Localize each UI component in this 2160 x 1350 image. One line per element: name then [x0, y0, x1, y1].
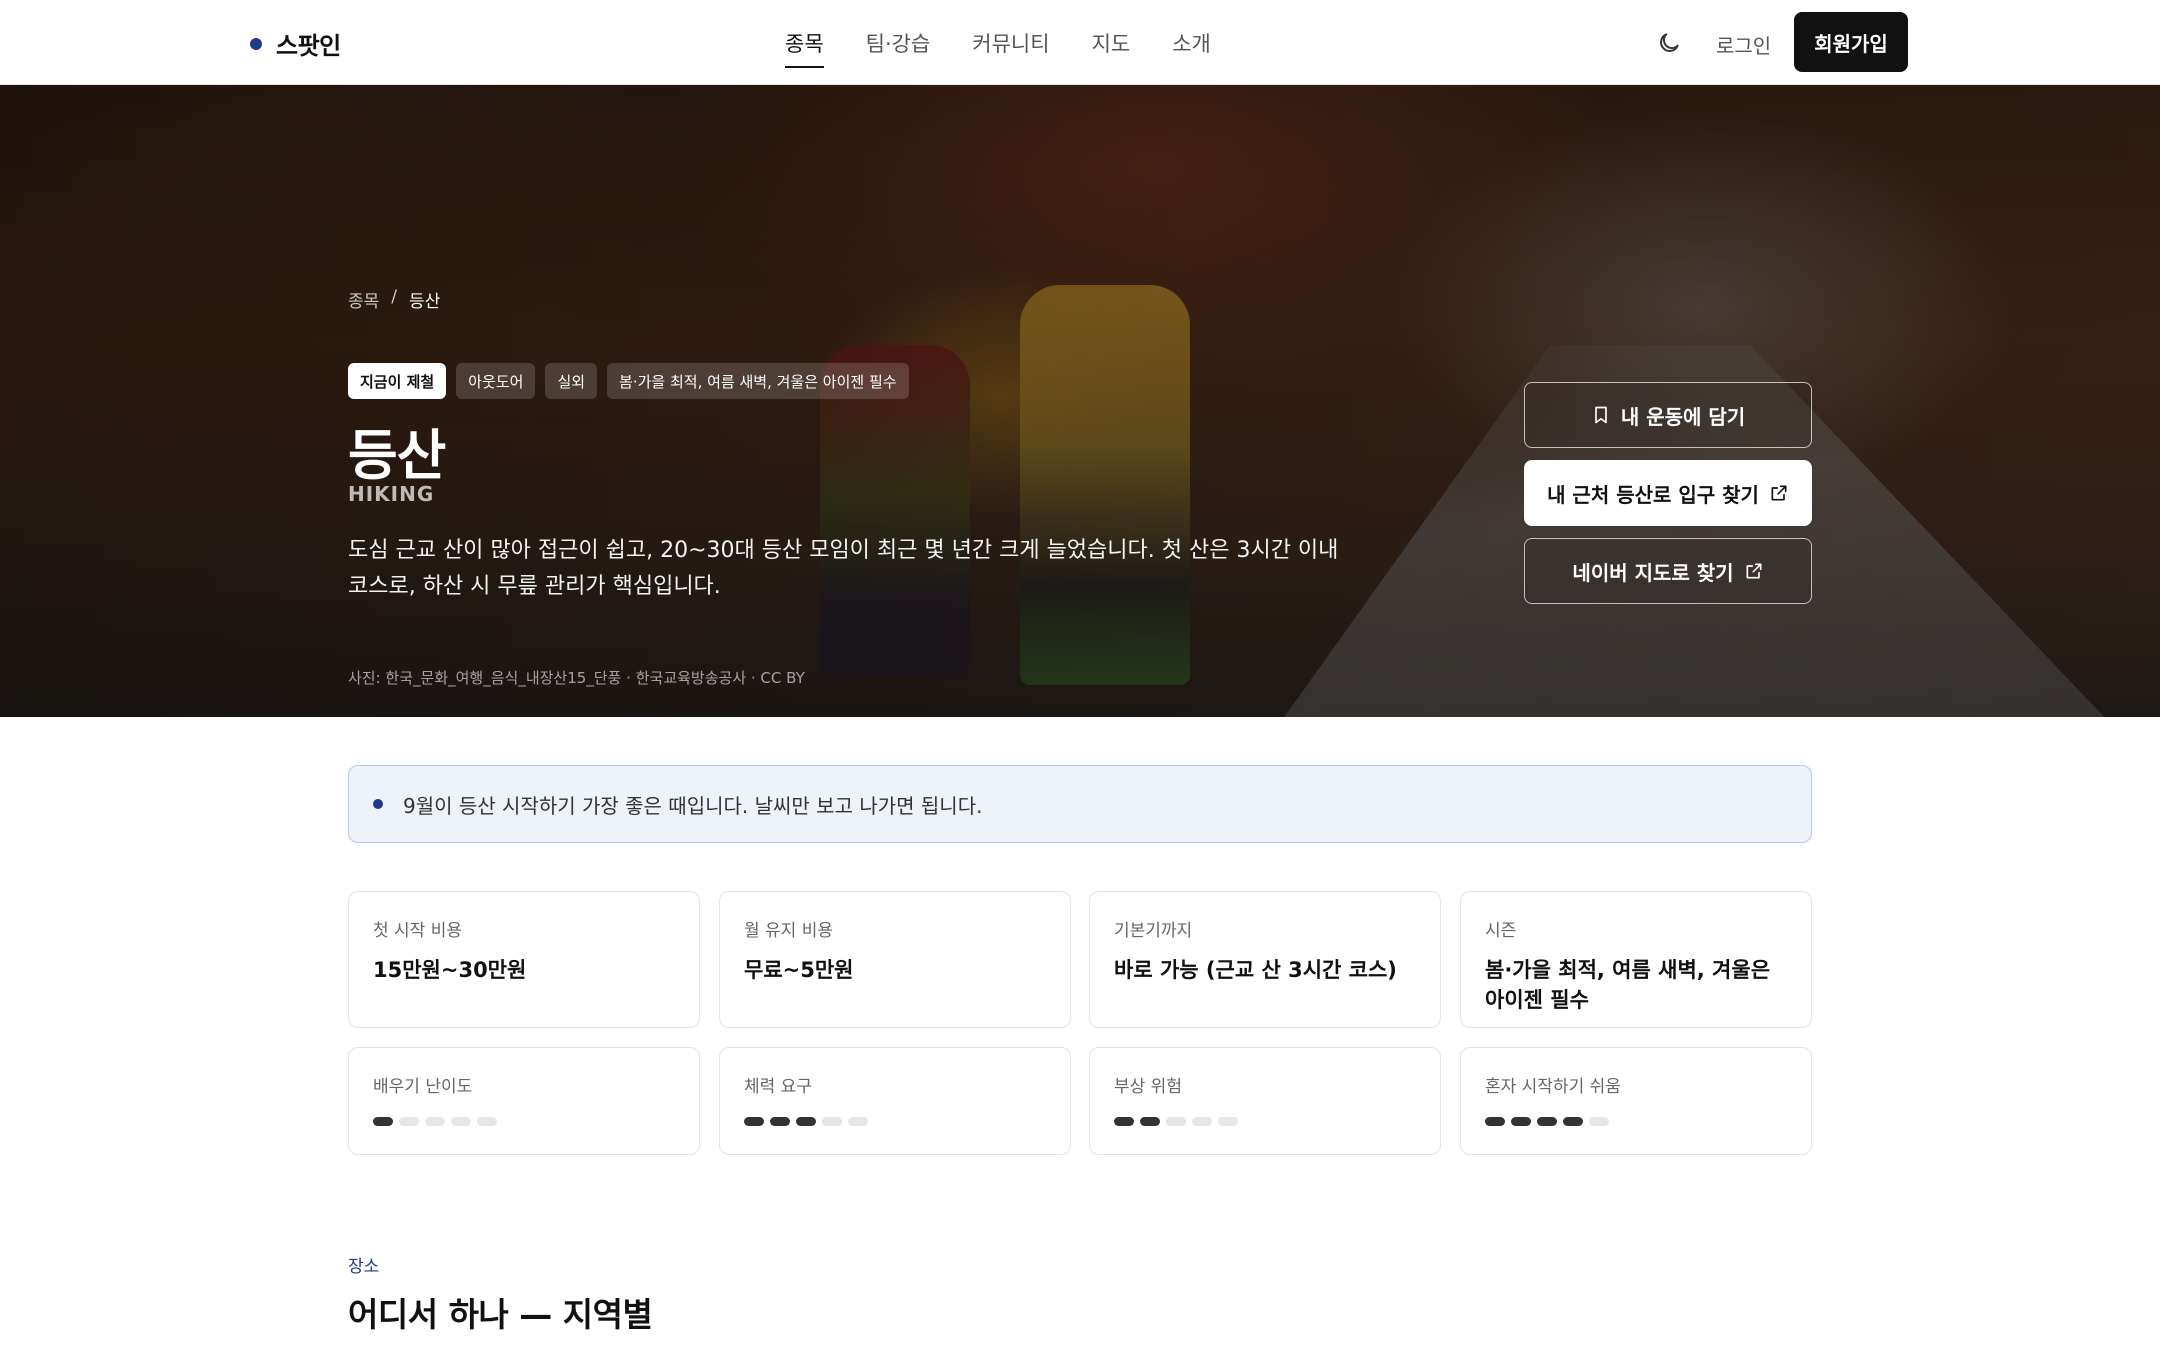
hero-description: 도심 근교 산이 많아 접근이 쉽고, 20~30대 등산 모임이 최근 몇 년… [348, 538, 1339, 599]
info-card-value: 바로 가능 (근교 산 3시간 코스) [1114, 958, 1397, 982]
rating-meter [744, 1117, 1046, 1126]
info-card-monthly-cost: 월 유지 비용 무료~5만원 [719, 891, 1071, 1028]
info-card-label: 시즌 [1485, 921, 1517, 941]
nav-item-teams[interactable]: 팀·강습 [866, 28, 931, 68]
rating-segment-filled [1114, 1117, 1134, 1126]
tag-in-season: 지금이 제철 [348, 363, 447, 399]
rating-card-difficulty: 배우기 난이도 [348, 1047, 700, 1155]
tag-outside: 실외 [545, 363, 598, 399]
rating-segment-filled [1537, 1117, 1557, 1126]
season-notice: 9월이 등산 시작하기 가장 좋은 때입니다. 날씨만 보고 나가면 됩니다. [348, 765, 1812, 843]
page-subtitle: HIKING [348, 482, 435, 506]
breadcrumb-root[interactable]: 종목 [348, 287, 379, 312]
hero-banner: 종목 / 등산 지금이 제철 아웃도어 실외 봄·가을 최적, 여름 새벽, 겨… [0, 85, 2160, 717]
naver-button-label: 네이버 지도로 찾기 [1572, 560, 1734, 585]
breadcrumb: 종목 / 등산 [348, 287, 440, 312]
tag-season: 봄·가을 최적, 여름 새벽, 겨울은 아이젠 필수 [607, 363, 909, 399]
rating-segment-empty [451, 1117, 471, 1126]
naver-map-button[interactable]: 네이버 지도로 찾기 [1524, 538, 1812, 604]
main-menu: 종목 팀·강습 커뮤니티 지도 소개 [785, 28, 1211, 68]
rating-label: 체력 요구 [744, 1077, 812, 1097]
rating-segment-filled [744, 1117, 764, 1126]
hero-overlay [0, 85, 2160, 717]
rating-card-solo-start: 혼자 시작하기 쉬움 [1460, 1047, 1812, 1155]
rating-segment-filled [1511, 1117, 1531, 1126]
rating-card-injury-risk: 부상 위험 [1089, 1047, 1441, 1155]
section-label: 장소 [348, 1257, 380, 1277]
nav-item-community[interactable]: 커뮤니티 [972, 28, 1049, 68]
rating-segment-empty [399, 1117, 419, 1126]
rating-segment-empty [1166, 1117, 1186, 1126]
rating-segment-empty [822, 1117, 842, 1126]
nav-item-about[interactable]: 소개 [1172, 28, 1211, 68]
rating-segment-empty [1218, 1117, 1238, 1126]
notice-dot-icon [373, 799, 383, 809]
save-to-my-sports-button[interactable]: 내 운동에 담기 [1524, 382, 1812, 448]
save-button-label: 내 운동에 담기 [1620, 404, 1746, 429]
rating-segment-filled [796, 1117, 816, 1126]
external-link-icon [1746, 563, 1762, 579]
theme-toggle-button[interactable] [1652, 26, 1686, 60]
rating-segment-empty [848, 1117, 868, 1126]
brand-dot-icon [250, 37, 262, 50]
rating-meter [1114, 1117, 1416, 1126]
rating-segment-empty [425, 1117, 445, 1126]
info-card-label: 월 유지 비용 [744, 921, 834, 941]
notice-text: 9월이 등산 시작하기 가장 좋은 때입니다. 날씨만 보고 나가면 됩니다. [403, 793, 983, 818]
signup-button[interactable]: 회원가입 [1794, 12, 1908, 72]
info-card-value: 봄·가을 최적, 여름 새벽, 겨울은 아이젠 필수 [1485, 958, 1771, 1012]
info-card-value: 15만원~30만원 [373, 958, 527, 982]
rating-card-fitness: 체력 요구 [719, 1047, 1071, 1155]
rating-meter [1485, 1117, 1787, 1126]
info-card-start-cost: 첫 시작 비용 15만원~30만원 [348, 891, 700, 1028]
rating-segment-empty [1589, 1117, 1609, 1126]
rating-segment-filled [1140, 1117, 1160, 1126]
rating-segment-filled [1563, 1117, 1583, 1126]
photo-credit: 사진: 한국_문화_여행_음식_내장산15_단풍 · 한국교육방송공사 · CC… [348, 669, 805, 687]
rating-segment-filled [770, 1117, 790, 1126]
rating-label: 혼자 시작하기 쉬움 [1485, 1077, 1621, 1097]
top-nav: 스팟인 종목 팀·강습 커뮤니티 지도 소개 로그인 회원가입 [0, 0, 2160, 85]
rating-segment-filled [373, 1117, 393, 1126]
brand-logo[interactable]: 스팟인 [250, 26, 341, 61]
info-card-basics: 기본기까지 바로 가능 (근교 산 3시간 코스) [1089, 891, 1441, 1028]
breadcrumb-separator: / [391, 287, 398, 307]
login-link[interactable]: 로그인 [1716, 30, 1771, 59]
info-card-value: 무료~5만원 [744, 958, 854, 982]
tag-outdoor: 아웃도어 [456, 363, 536, 399]
external-link-icon [1771, 485, 1787, 501]
brand-name: 스팟인 [276, 32, 341, 60]
bookmark-icon [1594, 406, 1607, 424]
info-card-label: 첫 시작 비용 [373, 921, 463, 941]
tag-list: 지금이 제철 아웃도어 실외 봄·가을 최적, 여름 새벽, 겨울은 아이젠 필… [348, 363, 909, 399]
nearby-button-label: 내 근처 등산로 입구 찾기 [1547, 482, 1759, 507]
nav-item-sports[interactable]: 종목 [785, 28, 824, 68]
rating-meter [373, 1117, 675, 1126]
rating-segment-empty [477, 1117, 497, 1126]
info-card-label: 기본기까지 [1114, 921, 1193, 941]
section-title: 어디서 하나 — 지역별 [348, 1295, 653, 1334]
find-nearby-trail-button[interactable]: 내 근처 등산로 입구 찾기 [1524, 460, 1812, 526]
rating-segment-empty [1192, 1117, 1212, 1126]
rating-label: 배우기 난이도 [373, 1077, 473, 1097]
breadcrumb-current: 등산 [409, 292, 441, 312]
moon-icon [1660, 33, 1679, 52]
rating-label: 부상 위험 [1114, 1077, 1182, 1097]
rating-segment-filled [1485, 1117, 1505, 1126]
page-title: 등산 [348, 424, 446, 487]
nav-item-map[interactable]: 지도 [1092, 28, 1131, 68]
info-card-season: 시즌 봄·가을 최적, 여름 새벽, 겨울은 아이젠 필수 [1460, 891, 1812, 1028]
